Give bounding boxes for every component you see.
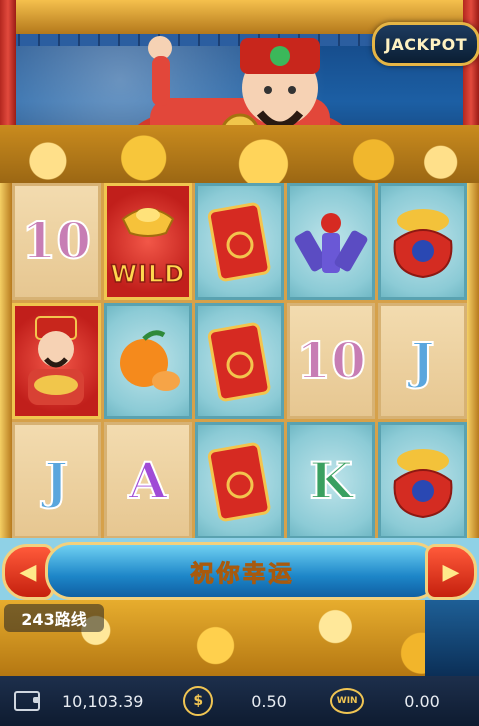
balance-value: 10,103.39 — [62, 691, 144, 711]
message-banner-area: ◀ 祝你幸运 ▶ — [0, 538, 479, 600]
reel-cell — [195, 302, 284, 420]
reel-frame: 10 WILD 10 J J A K — [0, 183, 479, 539]
reel-cell: 10 — [286, 302, 376, 420]
symbol-j: J — [410, 330, 436, 390]
reel-cell: J — [378, 302, 467, 420]
gold-coins-pile — [0, 125, 479, 185]
reel-cell — [195, 183, 284, 300]
reel-cell: A — [103, 422, 193, 539]
orange-icon — [119, 330, 180, 391]
reel-cell — [378, 183, 467, 300]
message-banner: 祝你幸运 — [45, 542, 440, 600]
bet-section[interactable]: $ 0.50 — [160, 686, 310, 716]
reel-cell: J — [12, 422, 101, 539]
left-arrow-icon: ◀ — [19, 559, 37, 585]
win-value: 0.00 — [404, 691, 440, 711]
win-icon: WIN — [330, 688, 365, 714]
reel-grid: 10 WILD 10 J J A K — [12, 183, 467, 539]
red-envelope-icon — [208, 202, 271, 282]
reel-cell — [195, 422, 284, 539]
reel-cell: WILD — [103, 183, 193, 300]
reel-cell: 10 — [12, 183, 101, 300]
red-envelope-icon — [208, 442, 271, 521]
header-scene: JACKPOT — [0, 0, 479, 185]
firecracker-icon — [294, 213, 368, 274]
reel-cell — [12, 302, 101, 420]
symbol-a: A — [127, 450, 168, 510]
balance-section: 10,103.39 — [0, 691, 160, 711]
reel-cell — [286, 183, 376, 300]
reel-cell — [378, 422, 467, 539]
ways-label: 243路线 — [4, 604, 104, 632]
red-envelope-icon — [208, 322, 271, 402]
symbol-ten: 10 — [21, 211, 93, 271]
right-arrow-icon: ▶ — [442, 559, 460, 585]
bet-value: 0.50 — [251, 691, 287, 711]
wild-label: WILD — [110, 259, 186, 289]
god-of-wealth-symbol-icon — [28, 315, 85, 405]
game-screen: JACKPOT 10 WILD 10 J J A K ◀ 祝你幸运 ▶ 243路… — [0, 0, 479, 726]
symbol-k: K — [308, 450, 353, 510]
money-bag-icon — [393, 209, 453, 279]
jackpot-button[interactable]: JACKPOT — [372, 22, 479, 66]
money-bag-icon — [393, 448, 453, 518]
reel-cell: K — [286, 422, 376, 539]
win-section: WIN 0.00 — [310, 688, 460, 714]
gold-ingot-icon — [121, 208, 175, 237]
side-post — [425, 600, 479, 676]
reel-cell — [103, 302, 193, 420]
right-arrow-button[interactable]: ▶ — [425, 544, 477, 600]
wallet-icon — [14, 691, 40, 711]
symbol-ten: 10 — [295, 330, 367, 390]
coin-icon: $ — [183, 686, 214, 716]
symbol-j: J — [43, 450, 69, 510]
bottom-bar: 10,103.39 $ 0.50 WIN 0.00 — [0, 676, 479, 726]
banner-text: 祝你幸运 — [190, 561, 295, 588]
